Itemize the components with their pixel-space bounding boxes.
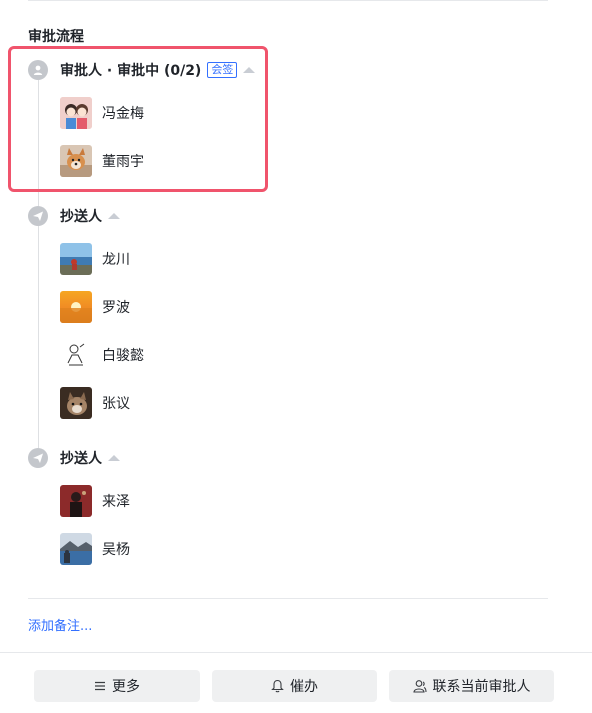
cc-person-item[interactable]: 来泽	[60, 485, 130, 517]
cc-node-label: 抄送人	[60, 451, 102, 467]
add-note-link[interactable]: 添加备注...	[28, 615, 92, 634]
avatar	[60, 243, 92, 275]
avatar	[60, 485, 92, 517]
section-title: 审批流程	[28, 29, 84, 45]
top-divider	[28, 0, 548, 1]
avatar	[60, 339, 92, 371]
bell-icon	[271, 679, 284, 693]
avatar	[60, 387, 92, 419]
avatar	[60, 533, 92, 565]
user-icon	[412, 679, 427, 693]
remind-button[interactable]: 催办	[212, 670, 377, 702]
remind-button-label: 催办	[290, 679, 318, 695]
footer-divider	[0, 652, 592, 653]
collapse-caret-icon[interactable]	[108, 455, 120, 461]
timeline-line	[38, 226, 39, 448]
send-icon	[28, 206, 48, 226]
cc-person-item[interactable]: 罗波	[60, 291, 130, 323]
more-button[interactable]: 更多	[34, 670, 200, 702]
cc-node-header[interactable]: 抄送人	[28, 448, 120, 468]
cc-person-name: 白骏懿	[102, 348, 144, 364]
avatar	[60, 291, 92, 323]
cc-person-name: 吴杨	[102, 542, 130, 558]
cc-person-name: 来泽	[102, 494, 130, 510]
cc-person-item[interactable]: 龙川	[60, 243, 130, 275]
more-button-label: 更多	[112, 679, 140, 695]
cc-person-name: 罗波	[102, 300, 130, 316]
cc-node-label: 抄送人	[60, 209, 102, 225]
cc-person-name: 龙川	[102, 252, 130, 268]
contact-approver-label: 联系当前审批人	[432, 679, 531, 695]
menu-icon	[94, 680, 106, 692]
cc-person-item[interactable]: 张议	[60, 387, 130, 419]
send-icon	[28, 448, 48, 468]
collapse-caret-icon[interactable]	[108, 213, 120, 219]
contact-approver-button[interactable]: 联系当前审批人	[389, 670, 554, 702]
cc-person-item[interactable]: 吴杨	[60, 533, 130, 565]
cc-person-item[interactable]: 白骏懿	[60, 339, 144, 371]
highlight-annotation	[8, 46, 268, 192]
cc-person-name: 张议	[102, 396, 130, 412]
section-divider	[28, 598, 548, 599]
cc-node-header[interactable]: 抄送人	[28, 206, 120, 226]
